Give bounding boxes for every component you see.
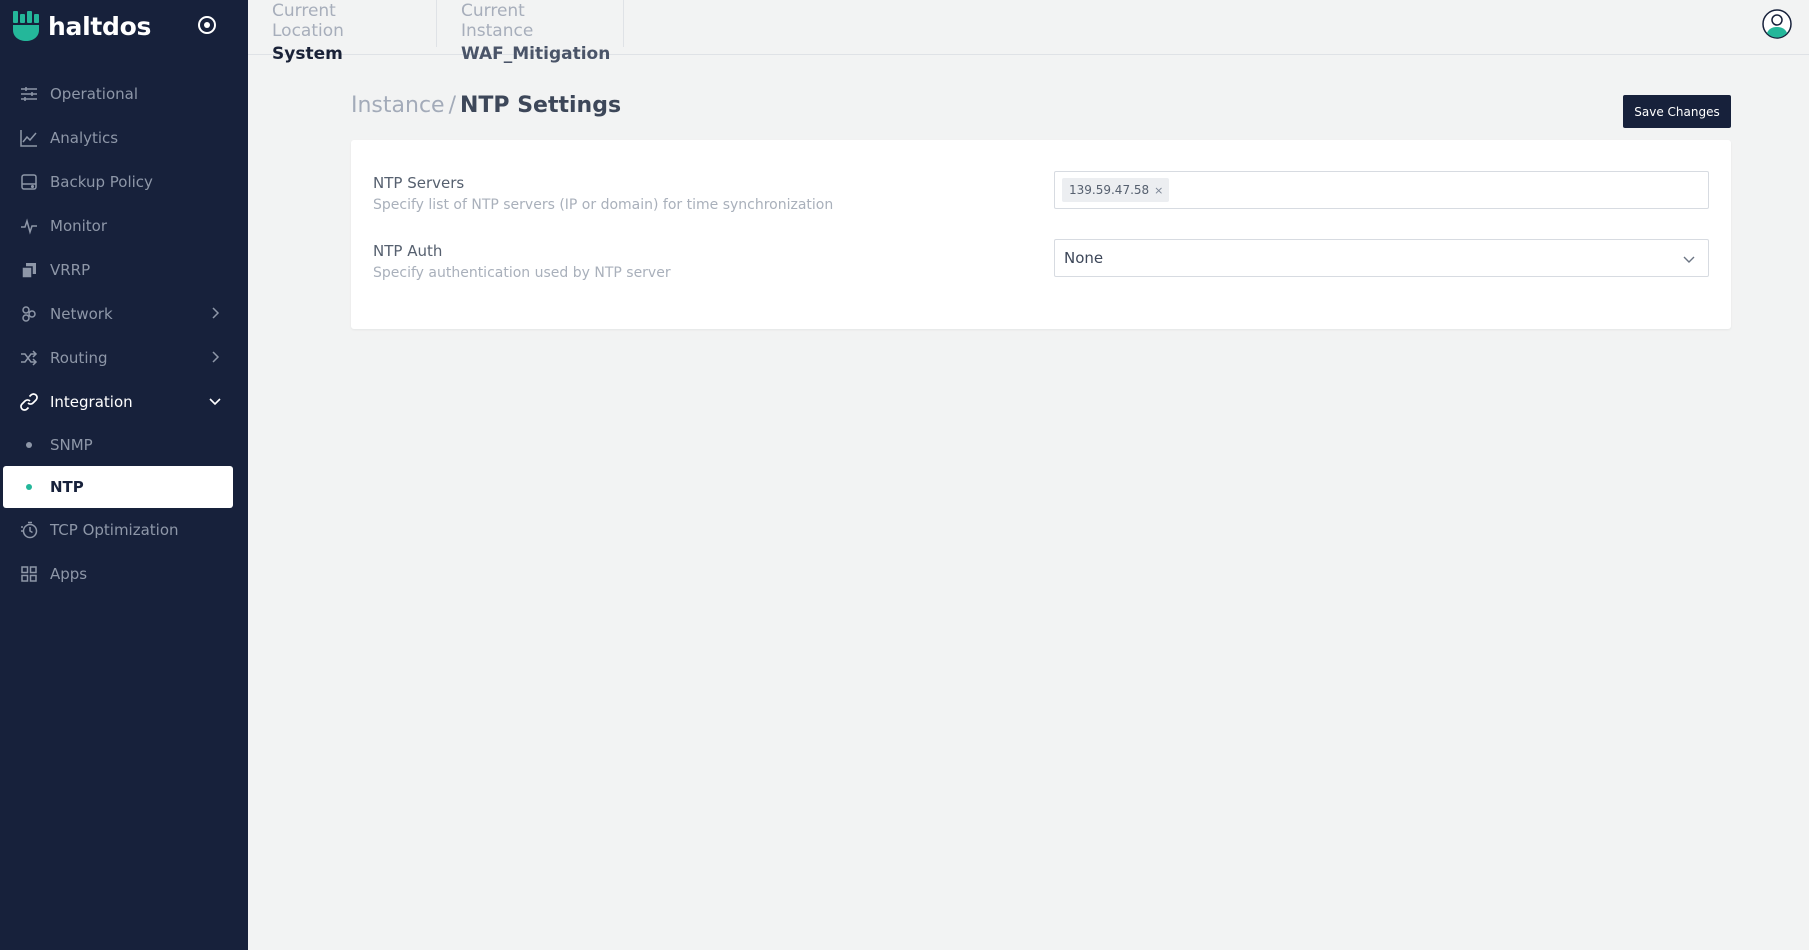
network-icon: [20, 305, 38, 323]
user-avatar-icon[interactable]: [1762, 9, 1792, 39]
target-settings-icon[interactable]: [196, 14, 218, 36]
sidebar-item-monitor[interactable]: Monitor: [0, 204, 248, 248]
bullet-dot-icon: [26, 484, 32, 490]
tag-remove-icon[interactable]: ×: [1154, 184, 1163, 197]
chevron-down-icon: [1683, 256, 1695, 263]
grid-icon: [20, 565, 38, 583]
sidebar-item-backup-policy[interactable]: Backup Policy: [0, 160, 248, 204]
current-instance[interactable]: Current Instance WAF_Mitigation: [437, 0, 624, 64]
sidebar-subitem-label: SNMP: [50, 436, 93, 454]
ntp-auth-select[interactable]: None: [1054, 239, 1709, 277]
sidebar-item-label: Operational: [50, 85, 139, 103]
sidebar-subitem-label: NTP: [50, 478, 84, 496]
link-icon: [20, 393, 38, 411]
ntp-servers-input[interactable]: 139.59.47.58 ×: [1054, 171, 1709, 209]
sidebar-item-label: VRRP: [50, 261, 91, 279]
breadcrumb-parent[interactable]: Instance: [351, 93, 445, 118]
sliders-icon: [20, 85, 38, 103]
server-tag-label: 139.59.47.58: [1069, 183, 1150, 197]
server-tag: 139.59.47.58 ×: [1062, 178, 1170, 202]
copy-icon: [20, 261, 38, 279]
chevron-right-icon: [212, 307, 220, 319]
sidebar-item-label: Analytics: [50, 129, 119, 147]
ntp-auth-title: NTP Auth: [373, 242, 443, 260]
current-location-label: Current Location: [272, 1, 344, 41]
ntp-auth-value: None: [1064, 249, 1104, 267]
bullet-dot-icon: [26, 442, 32, 448]
sidebar-item-label: Monitor: [50, 217, 108, 235]
breadcrumb-separator: /: [448, 93, 456, 118]
ntp-servers-title: NTP Servers: [373, 174, 465, 192]
ntp-servers-field: NTP Servers Specify list of NTP servers …: [373, 174, 833, 213]
shuffle-icon: [20, 349, 38, 367]
ntp-settings-card: NTP Servers Specify list of NTP servers …: [351, 140, 1731, 329]
ntp-servers-description: Specify list of NTP servers (IP or domai…: [373, 197, 834, 213]
sidebar-item-label: Integration: [50, 393, 133, 411]
current-location-value: System: [272, 44, 343, 64]
top-header: Current Location System Current Instance…: [248, 0, 1809, 64]
current-location[interactable]: Current Location System: [248, 0, 437, 64]
sidebar-item-label: Apps: [50, 565, 88, 583]
current-instance-label: Current Instance: [461, 1, 534, 41]
chart-line-icon: [20, 129, 38, 147]
save-changes-button[interactable]: Save Changes: [1623, 95, 1731, 128]
timer-icon: [20, 521, 38, 539]
sidebar-item-label: TCP Optimization: [50, 521, 179, 539]
haltdos-logo-icon: [13, 11, 39, 41]
chevron-down-icon: [209, 398, 221, 406]
ntp-auth-description: Specify authentication used by NTP serve…: [373, 265, 671, 281]
sidebar-item-label: Routing: [50, 349, 108, 367]
sidebar-item-integration[interactable]: Integration: [0, 380, 248, 424]
sidebar-item-vrrp[interactable]: VRRP: [0, 248, 248, 292]
brand-name: haltdos: [48, 11, 152, 41]
page-title: NTP Settings: [460, 93, 622, 118]
pulse-icon: [20, 217, 38, 235]
chevron-right-icon: [212, 351, 220, 363]
hard-drive-icon: [20, 173, 38, 191]
sidebar-nav: Operational Analytics Backup Policy Moni…: [0, 72, 248, 596]
breadcrumb: Instance / NTP Settings: [351, 93, 621, 118]
sidebar-item-routing[interactable]: Routing: [0, 336, 248, 380]
sidebar-item-analytics[interactable]: Analytics: [0, 116, 248, 160]
brand[interactable]: haltdos: [12, 8, 151, 44]
sidebar-subitem-snmp[interactable]: SNMP: [0, 424, 248, 466]
current-instance-value: WAF_Mitigation: [461, 44, 611, 64]
sidebar-item-apps[interactable]: Apps: [0, 552, 248, 596]
sidebar-item-tcp-optimization[interactable]: TCP Optimization: [0, 508, 248, 552]
sidebar: haltdos Operational Analytics Backup Pol…: [0, 0, 248, 950]
ntp-auth-field: NTP Auth Specify authentication used by …: [373, 242, 671, 281]
sidebar-item-label: Backup Policy: [50, 173, 153, 191]
sidebar-subitem-ntp[interactable]: NTP: [3, 466, 233, 508]
sidebar-item-network[interactable]: Network: [0, 292, 248, 336]
sidebar-item-label: Network: [50, 305, 113, 323]
sidebar-item-operational[interactable]: Operational: [0, 72, 248, 116]
